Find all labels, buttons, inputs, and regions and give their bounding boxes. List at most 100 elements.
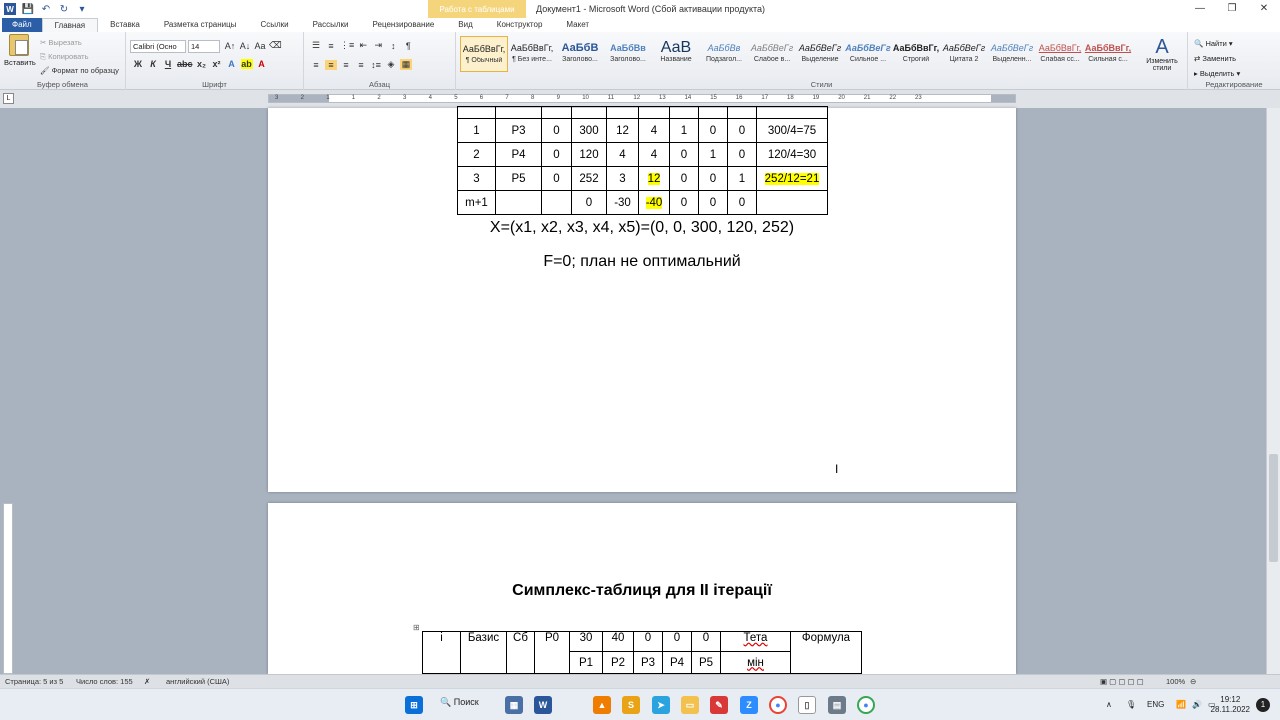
table-header-cell[interactable]: P3 [633,651,663,674]
tab-home[interactable]: Главная [41,18,99,32]
style-item[interactable]: АаБбВеГг Слабое в... [748,36,796,72]
table-header-cell[interactable]: 40 [602,631,634,652]
input-language[interactable]: ENG [1147,689,1164,720]
zoom-level[interactable]: 100% [1166,675,1185,688]
style-item[interactable]: АаБбВеГг Выделение [796,36,844,72]
table-header-cell[interactable]: 30 [569,631,603,652]
table-header-cell[interactable]: i [422,631,461,674]
telegram-icon[interactable]: ➤ [652,696,670,714]
microphone-icon[interactable]: 🎙 [1126,689,1136,720]
tab-page-layout[interactable]: Разметка страницы [152,18,249,32]
borders-icon[interactable]: ▦ [400,59,412,70]
numbering-icon[interactable]: ≡ [325,41,337,51]
shrink-font-icon[interactable]: A↓ [239,41,251,51]
grow-font-icon[interactable]: A↑ [224,41,236,51]
tray-overflow-icon[interactable]: ∧ [1106,689,1112,720]
table-header-cell[interactable]: 0 [662,631,692,652]
table-cell[interactable]: 0 [727,118,757,143]
table-cell[interactable]: P4 [495,142,542,167]
taskbar-search[interactable]: 🔍 Поиск [440,697,479,708]
scrollbar-thumb[interactable] [1269,454,1278,562]
justify-icon[interactable]: ≡ [355,60,367,70]
table-cell[interactable]: 0 [541,118,572,143]
table-cell[interactable]: 1 [727,166,757,191]
table-cell[interactable]: 252/12=21 [756,166,828,191]
table-header-cell[interactable]: P1 [569,651,603,674]
table-header-cell[interactable]: P4 [662,651,692,674]
replace-button[interactable]: ⇄ Заменить [1194,51,1240,66]
document-page-1[interactable]: 1 P3 0 300 12 4 1 0 0 300/4=75 2 P4 0 120 4 4 0 1 0 120/4=3… [268,106,1016,492]
customize-qat-icon[interactable]: ▾ [76,3,88,15]
style-item[interactable]: АаБбВеГг Цитата 2 [940,36,988,72]
italic-icon[interactable]: К [147,59,159,69]
close-button[interactable]: ✕ [1248,0,1280,18]
table-header-cell[interactable]: Формула [790,631,862,674]
table-cell[interactable]: 0 [541,166,572,191]
line-spacing-icon[interactable]: ↕≡ [370,60,382,70]
table-move-handle-icon[interactable]: ⊞ [413,623,420,632]
style-item[interactable]: АаБбВвГг, Строгий [892,36,940,72]
align-right-icon[interactable]: ≡ [340,60,352,70]
save-icon[interactable]: 💾 [22,3,34,15]
tab-selector-icon[interactable]: L [3,93,14,104]
bold-icon[interactable]: Ж [132,59,144,69]
align-left-icon[interactable]: ≡ [310,60,322,70]
table-cell[interactable]: -40 [638,190,670,215]
table-cell[interactable]: 1 [669,118,699,143]
align-center-icon[interactable]: ≡ [325,59,337,70]
strikethrough-icon[interactable]: abc [177,59,193,69]
table-header-cell[interactable]: P5 [691,651,721,674]
format-painter-button[interactable]: 🖌 Формат по образцу [40,64,119,78]
find-button[interactable]: 🔍 Найти ▾ [1194,36,1240,51]
shading-icon[interactable]: ◈ [385,59,397,70]
select-button[interactable]: ▸ Выделить ▾ [1194,66,1240,81]
redo-icon[interactable]: ↻ [58,3,70,15]
table-cell[interactable]: 0 [571,190,607,215]
table-header-cell[interactable]: P2 [602,651,634,674]
paste-button[interactable]: Вставить [4,34,36,67]
spellcheck-icon[interactable]: ✗ [144,675,150,688]
vertical-ruler[interactable] [3,108,13,674]
table-cell[interactable]: 3 [457,166,496,191]
table-header-cell[interactable]: P0 [534,631,570,674]
table-cell[interactable]: -30 [606,190,639,215]
table-cell[interactable]: 300 [571,118,607,143]
tab-layout[interactable]: Макет [554,18,601,32]
tab-design[interactable]: Конструктор [485,18,555,32]
table-header-cell[interactable]: 0 [633,631,663,652]
style-item[interactable]: АаБбВв Заголово... [604,36,652,72]
table-header-cell[interactable]: мін [720,651,791,674]
table-cell[interactable]: 4 [606,142,639,167]
table-cell[interactable]: 1 [457,118,496,143]
table-cell[interactable]: 0 [669,142,699,167]
volume-icon[interactable]: 🔊 [1192,689,1202,720]
font-size-select[interactable]: 14 [188,40,220,53]
bullets-icon[interactable]: ☰ [310,40,322,51]
app-icon[interactable]: ✎ [710,696,728,714]
table-cell[interactable]: 0 [669,166,699,191]
document-page-2[interactable]: Симплекс-таблиця для ІІ ітерації ⊞ i Бази… [268,503,1016,674]
notepad-icon[interactable]: ▯ [798,696,816,714]
table-cell[interactable]: 3 [606,166,639,191]
font-color-icon[interactable]: A [256,59,268,69]
table-cell[interactable] [541,190,572,215]
clear-formatting-icon[interactable]: ⌫ [269,40,282,51]
multilevel-list-icon[interactable]: ⋮≡ [340,40,354,51]
notification-badge[interactable]: 1 [1256,698,1270,712]
table-cell[interactable] [756,190,828,215]
table-cell[interactable]: 2 [457,142,496,167]
change-case-icon[interactable]: Aa [254,41,266,51]
table-cell[interactable]: 0 [698,118,728,143]
show-marks-icon[interactable]: ¶ [402,41,414,51]
style-item[interactable]: АаБбВвГг, ¶ Без инте... [508,36,556,72]
undo-icon[interactable]: ↶ [40,3,52,15]
maximize-button[interactable]: ❐ [1216,0,1248,18]
table-header-cell[interactable]: Базис [460,631,507,674]
style-item[interactable]: АаВ Название [652,36,700,72]
wifi-icon[interactable]: 📶 [1176,689,1186,720]
table-cell[interactable]: 120 [571,142,607,167]
highlight-icon[interactable]: ab [240,59,253,69]
photos-icon[interactable]: ▤ [828,696,846,714]
decrease-indent-icon[interactable]: ⇤ [357,40,369,51]
word-logo-icon[interactable]: W [4,3,16,15]
